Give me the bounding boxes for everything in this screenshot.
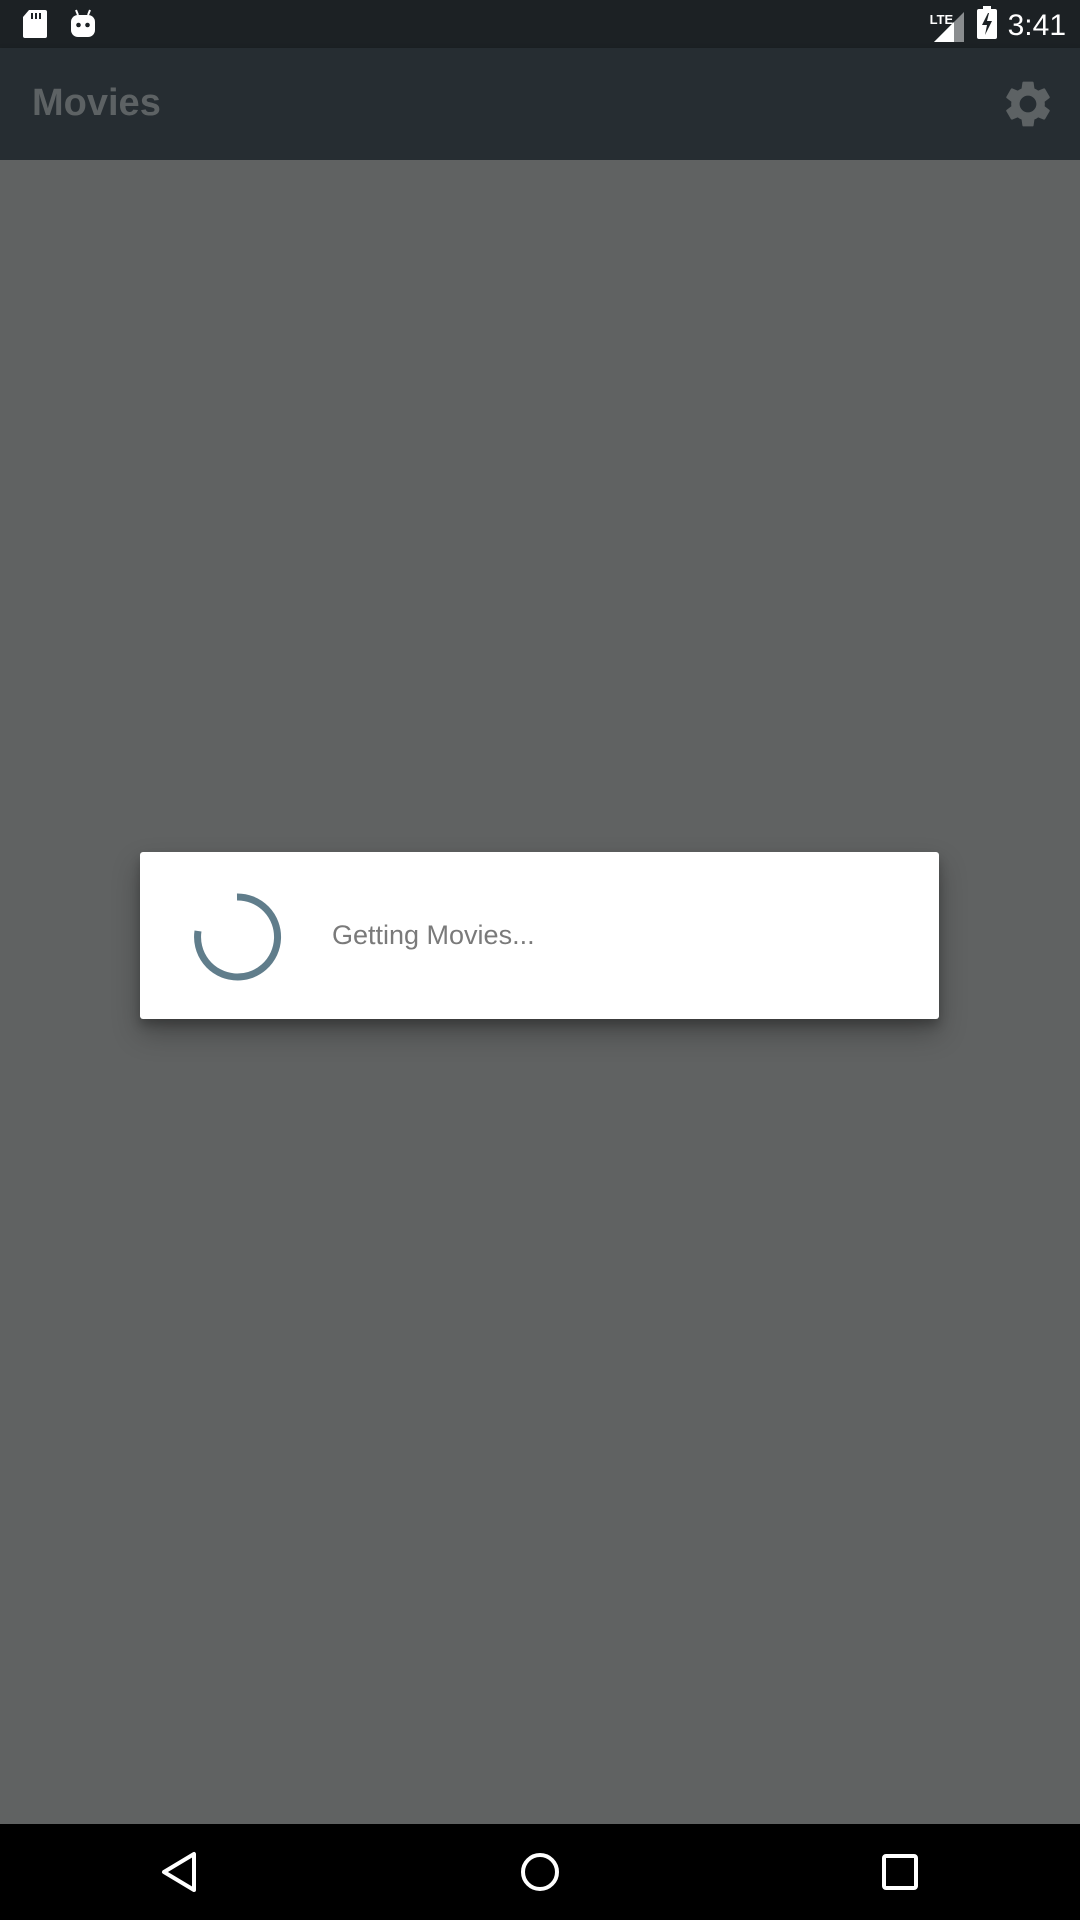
- settings-button[interactable]: [1000, 76, 1056, 132]
- back-button[interactable]: [150, 1842, 210, 1902]
- battery-charging-icon: [976, 6, 998, 45]
- sd-card-icon: [22, 9, 48, 44]
- recents-icon: [882, 1854, 918, 1890]
- dialog-message: Getting Movies...: [332, 920, 535, 950]
- status-bar: LTE 3:41: [0, 0, 1080, 48]
- home-icon: [521, 1853, 559, 1891]
- home-button[interactable]: [510, 1842, 570, 1902]
- app-title: Movies: [32, 82, 161, 124]
- gear-icon: [1006, 81, 1050, 127]
- android-debug-icon: [70, 9, 96, 44]
- progress-dialog: Getting Movies...: [140, 852, 939, 1019]
- signal-icon: LTE: [930, 10, 966, 42]
- status-time: 3:41: [1007, 8, 1066, 42]
- back-icon: [162, 1852, 196, 1892]
- system-status-icons: LTE 3:41: [930, 6, 1066, 45]
- navigation-bar: [0, 1824, 1080, 1920]
- recents-button[interactable]: [870, 1842, 930, 1902]
- notification-icons: [22, 9, 96, 44]
- loading-spinner-icon: [192, 892, 282, 982]
- app-bar: Movies: [0, 48, 1080, 160]
